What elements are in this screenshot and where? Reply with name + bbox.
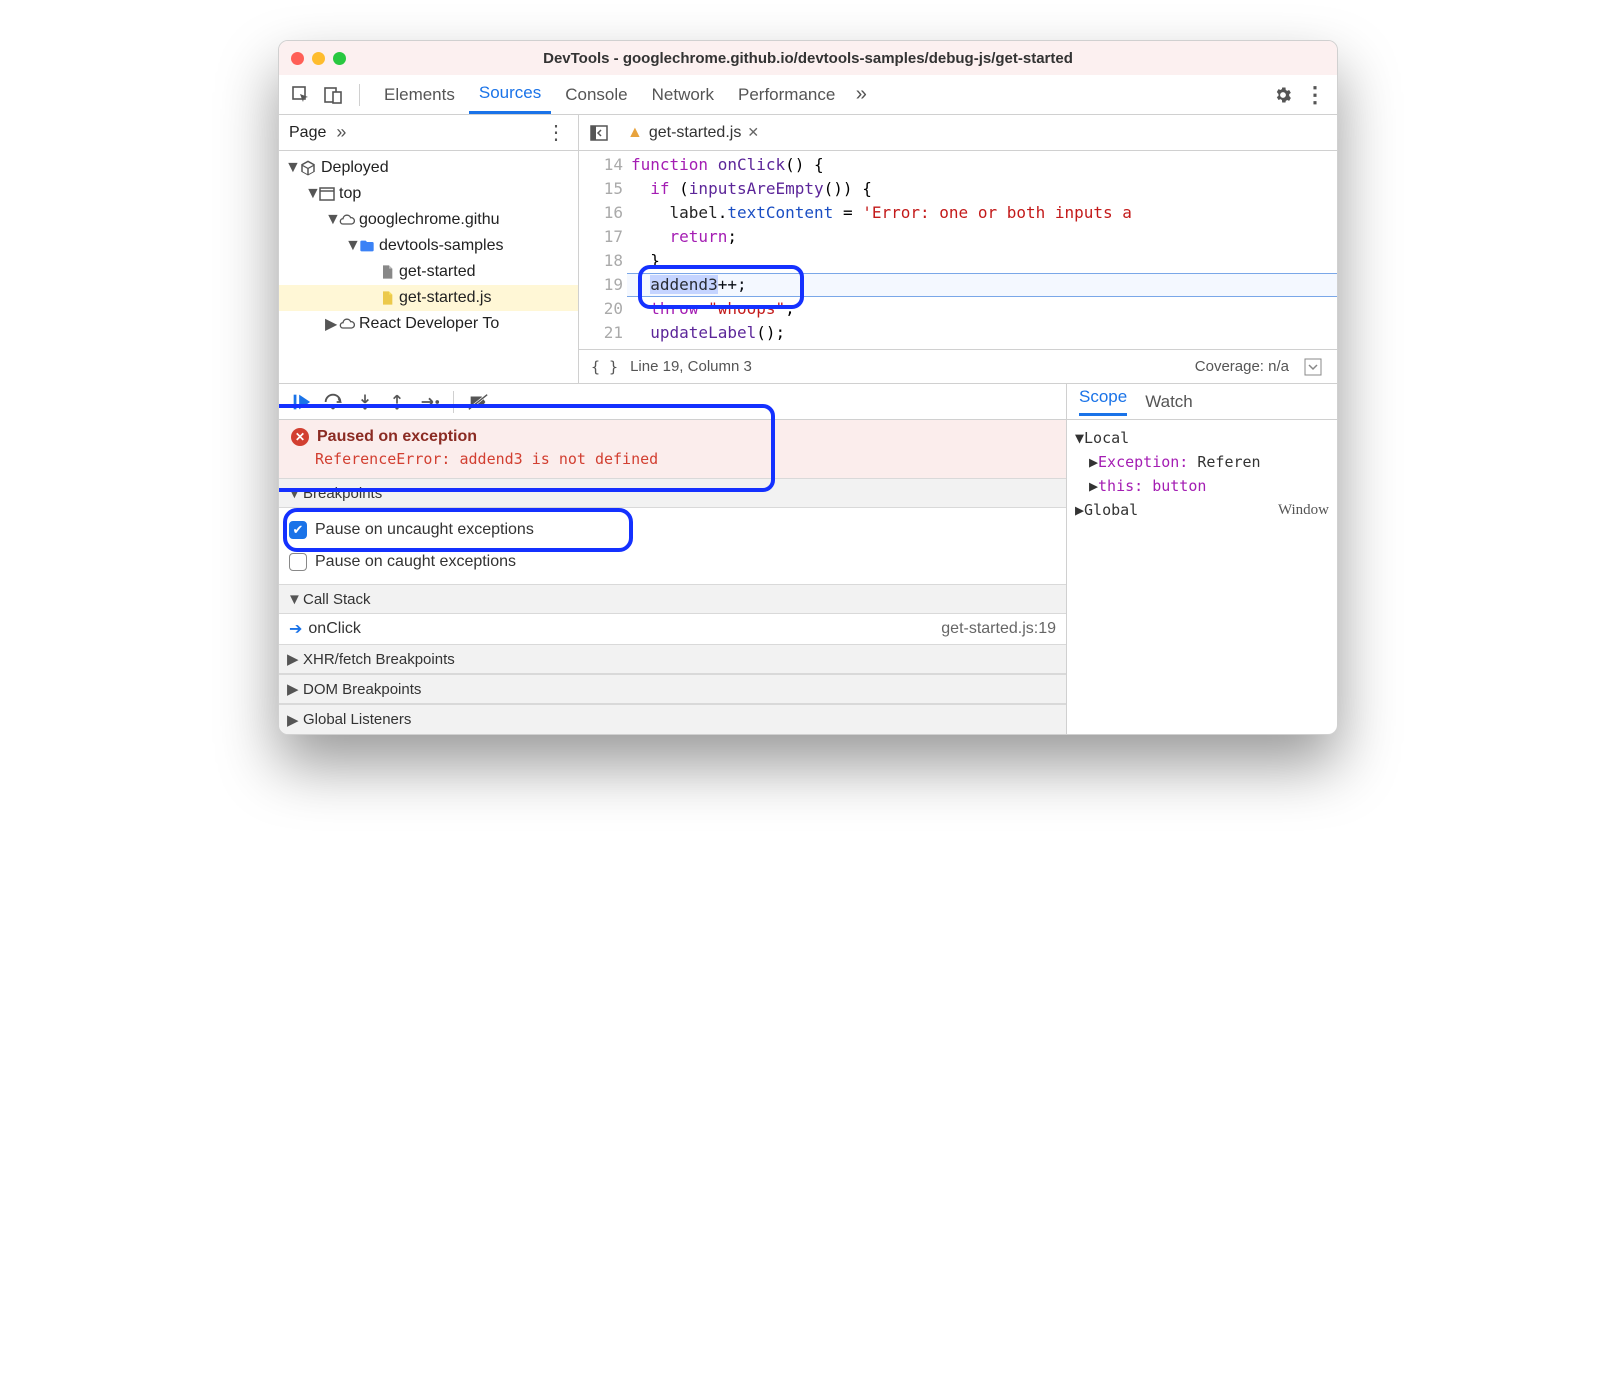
pretty-print-icon[interactable]: { } <box>591 358 618 376</box>
file-tree: ▼ Deployed ▼ top ▼ googlechrome.githu <box>279 151 578 341</box>
cloud-icon <box>339 316 355 332</box>
scope-local[interactable]: ▼Local <box>1075 426 1329 450</box>
editor-pane: ▲ get-started.js ✕ 14 15 16 17 18 19 20 <box>579 115 1337 383</box>
paused-title: Paused on exception <box>317 428 477 446</box>
editor-tabs: ▲ get-started.js ✕ <box>579 115 1337 151</box>
coverage-dropdown-icon[interactable] <box>1301 355 1325 379</box>
zoom-window-button[interactable] <box>333 52 346 65</box>
code-source: function onClick() { if (inputsAreEmpty(… <box>631 153 1337 345</box>
tree-node-file-js[interactable]: get-started.js <box>279 285 578 311</box>
scope-pane: Scope Watch ▼Local ▶Exception: Referen ▶… <box>1067 384 1337 734</box>
dom-breakpoints-header[interactable]: ▶ DOM Breakpoints <box>279 674 1066 704</box>
collapse-icon: ▶ <box>287 711 297 729</box>
settings-gear-icon[interactable] <box>1271 83 1295 107</box>
kebab-menu-icon[interactable]: ⋮ <box>1303 83 1327 107</box>
current-frame-arrow-icon: ➔ <box>289 619 302 639</box>
toolbar-divider <box>359 84 360 106</box>
callstack-frame[interactable]: ➔ onClick get-started.js:19 <box>279 614 1066 644</box>
inspect-element-icon[interactable] <box>289 83 313 107</box>
error-circle-icon: ✕ <box>291 428 309 446</box>
cloud-icon <box>339 212 355 228</box>
checkbox-checked-icon: ✔ <box>289 521 307 539</box>
tab-sources[interactable]: Sources <box>469 75 551 114</box>
pause-on-uncaught-checkbox[interactable]: ✔ Pause on uncaught exceptions <box>289 514 1056 546</box>
tab-network[interactable]: Network <box>642 77 724 113</box>
tab-elements[interactable]: Elements <box>374 77 465 113</box>
expand-icon: ▼ <box>287 591 297 608</box>
tab-console[interactable]: Console <box>555 77 637 113</box>
close-window-button[interactable] <box>291 52 304 65</box>
expand-icon: ▼ <box>345 237 355 255</box>
navigator-pane: Page » ⋮ ▼ Deployed ▼ top <box>279 115 579 383</box>
current-line-highlight <box>627 273 1337 297</box>
main-toolbar: Elements Sources Console Network Perform… <box>279 75 1337 115</box>
scope-global[interactable]: ▶Global Window <box>1075 498 1329 522</box>
tree-node-file-html[interactable]: get-started <box>279 259 578 285</box>
window-titlebar: DevTools - googlechrome.github.io/devtoo… <box>279 41 1337 75</box>
js-file-icon <box>379 290 395 306</box>
editor-statusbar: { } Line 19, Column 3 Coverage: n/a <box>579 349 1337 383</box>
cursor-position: Line 19, Column 3 <box>630 358 752 375</box>
scope-this[interactable]: ▶this: button <box>1075 474 1329 498</box>
checkbox-unchecked-icon <box>289 553 307 571</box>
tree-node-folder[interactable]: ▼ devtools-samples <box>279 233 578 259</box>
expand-icon: ▼ <box>305 185 315 203</box>
deployed-cube-icon <box>299 159 317 177</box>
panel-tabs: Elements Sources Console Network Perform… <box>374 75 873 114</box>
toggle-navigator-icon[interactable] <box>587 121 611 145</box>
deactivate-breakpoints-icon[interactable] <box>464 388 492 416</box>
navigator-tab-page[interactable]: Page <box>289 124 326 142</box>
collapse-icon: ▶ <box>287 680 297 698</box>
expand-icon: ▼ <box>285 159 295 177</box>
close-tab-icon[interactable]: ✕ <box>747 124 759 141</box>
code-editor[interactable]: 14 15 16 17 18 19 20 21 function onClick… <box>579 151 1337 349</box>
step-out-icon[interactable] <box>383 388 411 416</box>
navigator-more-tabs-icon[interactable]: » <box>336 122 346 143</box>
frame-location: get-started.js:19 <box>941 620 1056 638</box>
tab-watch[interactable]: Watch <box>1145 392 1193 412</box>
minimize-window-button[interactable] <box>312 52 325 65</box>
window-title: DevTools - googlechrome.github.io/devtoo… <box>279 50 1337 67</box>
paused-message: ✕ Paused on exception ReferenceError: ad… <box>279 420 1066 478</box>
navigator-kebab-icon[interactable]: ⋮ <box>544 121 568 145</box>
warning-icon: ▲ <box>627 124 643 142</box>
tree-node-top[interactable]: ▼ top <box>279 181 578 207</box>
expand-icon: ▼ <box>287 485 297 502</box>
devtools-window: DevTools - googlechrome.github.io/devtoo… <box>278 40 1338 735</box>
line-gutter: 14 15 16 17 18 19 20 21 <box>579 153 631 345</box>
expand-icon: ▼ <box>325 211 335 229</box>
collapse-icon: ▶ <box>287 650 297 668</box>
traffic-lights <box>291 52 346 65</box>
callstack-section-header[interactable]: ▼ Call Stack <box>279 584 1066 614</box>
more-tabs-icon[interactable]: » <box>849 83 873 107</box>
document-icon <box>379 264 395 280</box>
xhr-breakpoints-header[interactable]: ▶ XHR/fetch Breakpoints <box>279 644 1066 674</box>
frame-icon <box>319 186 335 202</box>
pause-on-caught-checkbox[interactable]: Pause on caught exceptions <box>289 546 1056 578</box>
paused-error-text: ReferenceError: addend3 is not defined <box>315 450 1054 468</box>
global-listeners-header[interactable]: ▶ Global Listeners <box>279 704 1066 734</box>
breakpoints-section-header[interactable]: ▼ Breakpoints <box>279 478 1066 508</box>
debugger-pane: ✕ Paused on exception ReferenceError: ad… <box>279 384 1067 734</box>
debugger-toolbar <box>279 384 1066 420</box>
tree-node-deployed[interactable]: ▼ Deployed <box>279 155 578 181</box>
resume-button-icon[interactable] <box>287 388 315 416</box>
tree-node-react[interactable]: ▶ React Developer To <box>279 311 578 337</box>
device-toolbar-icon[interactable] <box>321 83 345 107</box>
scope-exception[interactable]: ▶Exception: Referen <box>1075 450 1329 474</box>
collapse-icon: ▶ <box>325 314 335 334</box>
tab-scope[interactable]: Scope <box>1079 387 1127 416</box>
folder-icon <box>359 238 375 254</box>
tab-performance[interactable]: Performance <box>728 77 845 113</box>
editor-tab-label: get-started.js <box>649 124 741 142</box>
tree-node-origin[interactable]: ▼ googlechrome.githu <box>279 207 578 233</box>
step-over-icon[interactable] <box>319 388 347 416</box>
step-icon[interactable] <box>415 388 443 416</box>
step-into-icon[interactable] <box>351 388 379 416</box>
editor-tab-get-started[interactable]: ▲ get-started.js ✕ <box>619 120 767 146</box>
coverage-status: Coverage: n/a <box>1195 358 1289 375</box>
